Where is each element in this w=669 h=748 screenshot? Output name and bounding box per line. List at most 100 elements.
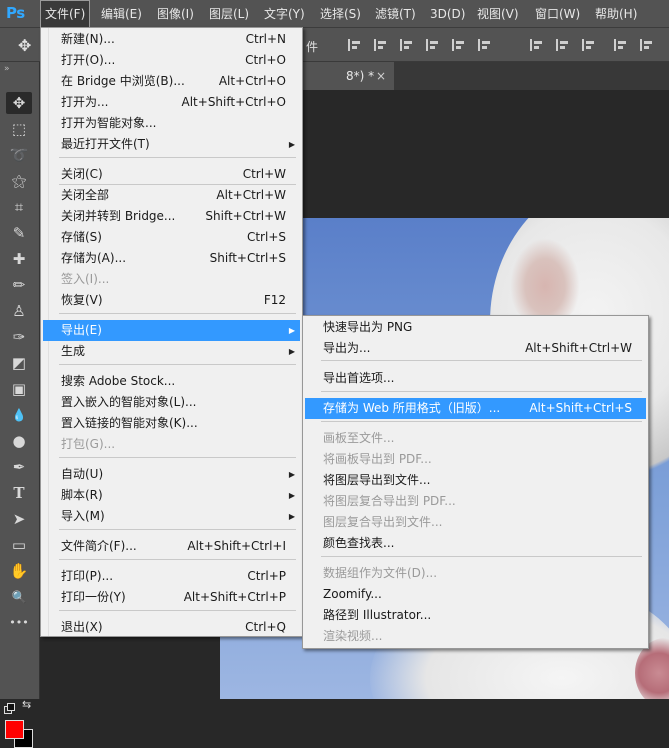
export-menu-item-3[interactable]: 存储为 Web 所用格式（旧版）... Alt+Shift+Ctrl+S — [305, 398, 646, 419]
menu-separator — [59, 529, 296, 530]
file-menu-item-5[interactable]: 最近打开文件(T) ▶ — [43, 134, 300, 155]
file-menu-item-11: 签入(I)... — [43, 269, 300, 290]
menu-window[interactable]: 窗口(W) — [531, 0, 584, 28]
document-tab[interactable]: 8*) * × — [302, 62, 394, 90]
gradient-icon[interactable]: ▣ — [6, 378, 32, 400]
panel-grip-icon[interactable]: » — [4, 64, 11, 74]
file-menu-item-8[interactable]: 关闭并转到 Bridge... Shift+Ctrl+W — [43, 206, 300, 227]
more-tools-icon[interactable]: ••• — [6, 612, 32, 634]
export-menu-item-6[interactable]: 将图层导出到文件... — [305, 470, 646, 491]
file-menu-item-23[interactable]: 打印(P)... Ctrl+P — [43, 566, 300, 587]
file-menu-item-14[interactable]: 生成 ▶ — [43, 341, 300, 362]
menu-layer[interactable]: 图层(L) — [205, 0, 253, 28]
foreground-color-swatch[interactable] — [5, 720, 24, 739]
menu-item-shortcut: Shift+Ctrl+W — [205, 209, 286, 223]
brush-icon[interactable]: ✏ — [6, 274, 32, 296]
eyedropper-icon[interactable]: ✎ — [6, 222, 32, 244]
distribute-right-icon[interactable] — [640, 39, 654, 51]
file-menu-item-12[interactable]: 恢复(V) F12 — [43, 290, 300, 311]
menu-item-label: 打包(G)... — [61, 437, 116, 451]
menu-item-shortcut: Alt+Shift+Ctrl+S — [529, 401, 632, 415]
file-menu-item-25[interactable]: 退出(X) Ctrl+Q — [43, 617, 300, 638]
align-horizontal-centers-icon[interactable] — [374, 39, 388, 51]
rectangle-icon[interactable]: ▭ — [6, 534, 32, 556]
stamp-icon[interactable]: ♙ — [6, 300, 32, 322]
menu-item-label: 画板至文件... — [323, 431, 395, 445]
menu-select[interactable]: 选择(S) — [316, 0, 365, 28]
file-menu-item-9[interactable]: 存储(S) Ctrl+S — [43, 227, 300, 248]
photoshop-logo: Ps — [6, 4, 25, 22]
distribute-top-icon[interactable] — [530, 39, 544, 51]
align-left-edges-icon[interactable] — [348, 39, 362, 51]
type-icon[interactable]: T — [6, 482, 32, 504]
file-menu-item-20[interactable]: 脚本(R) ▶ — [43, 485, 300, 506]
eraser-icon[interactable]: ◩ — [6, 352, 32, 374]
menu-item-shortcut: Ctrl+W — [242, 167, 286, 181]
zoom-icon[interactable]: 🔍 — [6, 586, 32, 608]
menu-item-label: 最近打开文件(T) — [61, 137, 150, 151]
menu-edit[interactable]: 编辑(E) — [97, 0, 146, 28]
export-menu-item-13: 渲染视频... — [305, 626, 646, 647]
file-menu-item-10[interactable]: 存储为(A)... Shift+Ctrl+S — [43, 248, 300, 269]
crop-icon[interactable]: ⌗ — [6, 196, 32, 218]
menu-image[interactable]: 图像(I) — [153, 0, 198, 28]
file-menu-item-4[interactable]: 打开为智能对象... — [43, 113, 300, 134]
swap-colors-icon[interactable]: ⇆ — [22, 698, 31, 711]
file-menu-item-7[interactable]: 关闭全部 Alt+Ctrl+W — [43, 185, 300, 206]
default-colors-icon[interactable] — [4, 703, 15, 714]
close-icon[interactable]: × — [376, 62, 386, 90]
export-menu-item-1[interactable]: 导出为... Alt+Shift+Ctrl+W — [305, 338, 646, 359]
menu-item-label: 打开为... — [61, 95, 109, 109]
menu-view[interactable]: 视图(V) — [473, 0, 523, 28]
hand-icon[interactable]: ✋ — [6, 560, 32, 582]
menu-help[interactable]: 帮助(H) — [591, 0, 641, 28]
dodge-icon[interactable]: ● — [6, 430, 32, 452]
file-menu-item-22[interactable]: 文件简介(F)... Alt+Shift+Ctrl+I — [43, 536, 300, 557]
menu-item-label: 生成 — [61, 344, 86, 358]
export-menu-item-11[interactable]: Zoomify... — [305, 584, 646, 605]
export-menu-item-2[interactable]: 导出首选项... — [305, 368, 646, 389]
move-icon[interactable]: ✥ — [6, 92, 32, 114]
distribute-left-icon[interactable] — [614, 39, 628, 51]
marquee-icon[interactable]: ⬚ — [6, 118, 32, 140]
file-menu-item-6[interactable]: 关闭(C) Ctrl+W — [43, 164, 300, 185]
menu-filter[interactable]: 滤镜(T) — [371, 0, 420, 28]
file-menu-item-16[interactable]: 置入嵌入的智能对象(L)... — [43, 392, 300, 413]
menu-3d[interactable]: 3D(D) — [426, 0, 469, 28]
export-menu-item-0[interactable]: 快速导出为 PNG — [305, 317, 646, 338]
distribute-center-icon[interactable] — [556, 39, 570, 51]
menu-item-label: 导出首选项... — [323, 371, 395, 385]
move-tool-options-icon[interactable]: ✥ — [18, 36, 31, 55]
menu-item-shortcut: F12 — [263, 293, 286, 307]
document-tab-title: 8*) * — [346, 69, 375, 83]
file-menu-item-19[interactable]: 自动(U) ▶ — [43, 464, 300, 485]
menu-type[interactable]: 文字(Y) — [260, 0, 309, 28]
align-right-edges-icon[interactable] — [400, 39, 414, 51]
magic-wand-icon[interactable]: ⚝ — [6, 170, 32, 192]
file-menu-item-2[interactable]: 在 Bridge 中浏览(B)... Alt+Ctrl+O — [43, 71, 300, 92]
menu-item-label: 将图层复合导出到 PDF... — [323, 494, 456, 508]
file-menu-item-24[interactable]: 打印一份(Y) Alt+Shift+Ctrl+P — [43, 587, 300, 608]
file-menu-item-17[interactable]: 置入链接的智能对象(K)... — [43, 413, 300, 434]
align-bottom-edges-icon[interactable] — [478, 39, 492, 51]
file-menu-item-1[interactable]: 打开(O)... Ctrl+O — [43, 50, 300, 71]
file-menu-item-13[interactable]: 导出(E) ▶ — [43, 320, 300, 341]
align-vertical-centers-icon[interactable] — [452, 39, 466, 51]
export-menu-item-9[interactable]: 颜色查找表... — [305, 533, 646, 554]
file-menu-item-15[interactable]: 搜索 Adobe Stock... — [43, 371, 300, 392]
healing-brush-icon[interactable]: ✚ — [6, 248, 32, 270]
path-selection-icon[interactable]: ➤ — [6, 508, 32, 530]
align-top-edges-icon[interactable] — [426, 39, 440, 51]
file-menu-item-3[interactable]: 打开为... Alt+Shift+Ctrl+O — [43, 92, 300, 113]
file-menu-item-21[interactable]: 导入(M) ▶ — [43, 506, 300, 527]
menu-file[interactable]: 文件(F) — [40, 0, 91, 28]
distribute-bottom-icon[interactable] — [582, 39, 596, 51]
pen-icon[interactable]: ✒ — [6, 456, 32, 478]
export-menu-item-12[interactable]: 路径到 Illustrator... — [305, 605, 646, 626]
menu-item-shortcut: Alt+Ctrl+W — [216, 188, 286, 202]
file-menu-item-0[interactable]: 新建(N)... Ctrl+N — [43, 29, 300, 50]
menu-separator — [59, 457, 296, 458]
blur-icon[interactable]: 💧 — [6, 404, 32, 426]
lasso-icon[interactable]: ➰ — [6, 144, 32, 166]
history-brush-icon[interactable]: ✑ — [6, 326, 32, 348]
